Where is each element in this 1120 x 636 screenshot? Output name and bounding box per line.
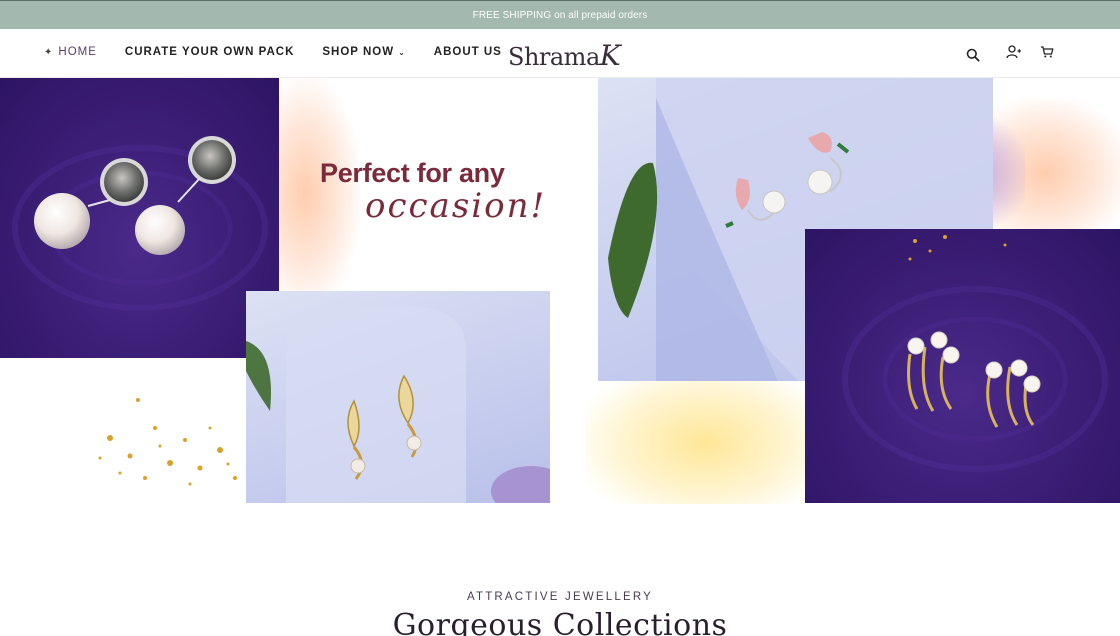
- nav-item-curate-pack[interactable]: CURATE YOUR OWN PACK: [125, 46, 295, 58]
- nav-item-about-us[interactable]: ABOUT US: [434, 46, 502, 58]
- site-header: ✦ HOME CURATE YOUR OWN PACK SHOP NOW ⌄ A…: [0, 29, 1120, 78]
- section-title: Gorgeous Collections: [392, 608, 728, 636]
- chevron-down-icon: ⌄: [398, 47, 406, 57]
- nav-curate-label: CURATE YOUR OWN PACK: [124, 46, 295, 58]
- hero-headline: Perfect for any: [320, 158, 505, 188]
- cart-icon[interactable]: [1040, 45, 1058, 63]
- sparkle-icon: ✦: [44, 46, 54, 58]
- yellow-paint-splash: [585, 368, 825, 504]
- main-nav: ✦ HOME CURATE YOUR OWN PACK SHOP NOW ⌄ A…: [44, 46, 502, 58]
- brand-logo[interactable]: ShramaK: [508, 39, 621, 72]
- hero-script-text: occasion!: [365, 186, 547, 226]
- logo-k: K: [599, 39, 621, 72]
- product-image-pearl-ear-cuffs: [805, 229, 1120, 503]
- nav-item-shop-now[interactable]: SHOP NOW ⌄: [322, 46, 405, 58]
- product-image-gold-leaf-earrings: [246, 291, 550, 503]
- gold-glitter-left: [98, 398, 237, 486]
- product-image-pearl-drop-earrings: [0, 78, 279, 358]
- announcement-text: FREE SHIPPING on all prepaid orders: [472, 9, 648, 21]
- account-icon[interactable]: [1006, 45, 1024, 63]
- logo-text: Shrama: [508, 43, 600, 71]
- nav-item-home[interactable]: ✦ HOME: [44, 46, 97, 58]
- nav-home-label: HOME: [58, 46, 97, 58]
- section-subtitle: ATTRACTIVE JEWELLERY: [466, 591, 654, 603]
- hero-banner[interactable]: Perfect for any occasion!: [0, 78, 1120, 504]
- announcement-bar: FREE SHIPPING on all prepaid orders: [0, 0, 1120, 29]
- nav-about-label: ABOUT US: [433, 46, 502, 58]
- nav-shop-label: SHOP NOW: [322, 46, 395, 58]
- search-icon[interactable]: [966, 48, 984, 66]
